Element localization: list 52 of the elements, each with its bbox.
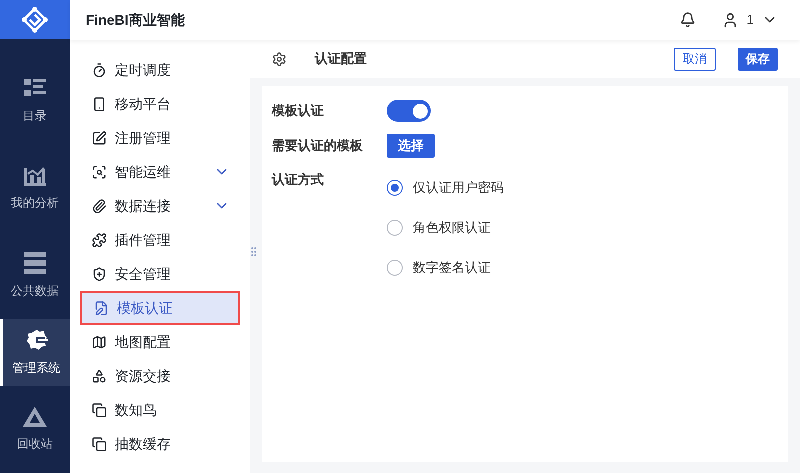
- gear-icon: [26, 328, 48, 351]
- shield-icon: [92, 266, 107, 282]
- page-title: 认证配置: [315, 50, 367, 68]
- nav-item[interactable]: 公共数据: [0, 232, 70, 320]
- field-label: 认证方式: [272, 171, 325, 189]
- nav-item[interactable]: 回收站: [0, 386, 70, 473]
- pages-icon: [92, 436, 107, 452]
- nav-item[interactable]: 我的分析: [0, 146, 70, 233]
- nav-item[interactable]: 目录: [0, 59, 70, 146]
- user-menu[interactable]: 1: [722, 10, 778, 30]
- toggle-switch[interactable]: [387, 100, 431, 122]
- bell-icon[interactable]: [680, 12, 696, 28]
- settings-icon: [272, 52, 287, 66]
- nav-item[interactable]: 管理系统: [0, 319, 70, 386]
- form-icon: [92, 130, 107, 146]
- save-button[interactable]: 保存: [738, 48, 778, 70]
- phone-icon: [92, 96, 107, 112]
- map-icon: [92, 334, 107, 350]
- menu-item[interactable]: 数知鸟: [80, 393, 240, 427]
- menu-item[interactable]: 资源交接: [80, 359, 240, 393]
- field-label: 模板认证: [272, 102, 325, 120]
- radio-label: 仅认证用户密码: [413, 179, 504, 198]
- radio-button[interactable]: [387, 260, 403, 276]
- menu-item[interactable]: 移动平台: [80, 87, 240, 121]
- app-title: FineBI商业智能: [86, 10, 185, 30]
- shapes-icon: [92, 368, 107, 384]
- bar-chart-icon: [24, 166, 46, 186]
- radio-label: 角色权限认证: [413, 219, 491, 238]
- cancel-button[interactable]: 取消: [674, 48, 716, 70]
- field-label: 需要认证的模板: [272, 137, 364, 156]
- menu-item[interactable]: 定时调度: [80, 53, 240, 87]
- database-icon: [24, 252, 46, 274]
- pages-icon: [92, 402, 107, 418]
- radio-button[interactable]: [387, 180, 403, 196]
- paperclip-icon: [92, 198, 107, 214]
- radio-button[interactable]: [387, 220, 403, 236]
- menu-item[interactable]: 抽数缓存: [80, 427, 240, 461]
- magnifier-icon: [92, 164, 107, 180]
- menu-item[interactable]: 注册管理: [80, 121, 240, 155]
- menu-item[interactable]: 模板认证: [80, 291, 240, 325]
- menu-item[interactable]: 安全管理: [80, 257, 240, 291]
- menu-item[interactable]: 智能运维: [80, 155, 240, 189]
- timer-icon: [92, 62, 107, 78]
- puzzle-icon: [92, 232, 107, 248]
- menu-item[interactable]: 地图配置: [80, 325, 240, 359]
- radio-label: 数字签名认证: [413, 259, 491, 278]
- select-button[interactable]: 选择: [387, 134, 435, 158]
- logo-icon: [22, 6, 48, 33]
- menu-item[interactable]: 数据连接: [80, 189, 240, 223]
- menu-item[interactable]: 插件管理: [80, 223, 240, 257]
- triangle-icon: [23, 406, 47, 427]
- document-edit-icon: [94, 300, 109, 316]
